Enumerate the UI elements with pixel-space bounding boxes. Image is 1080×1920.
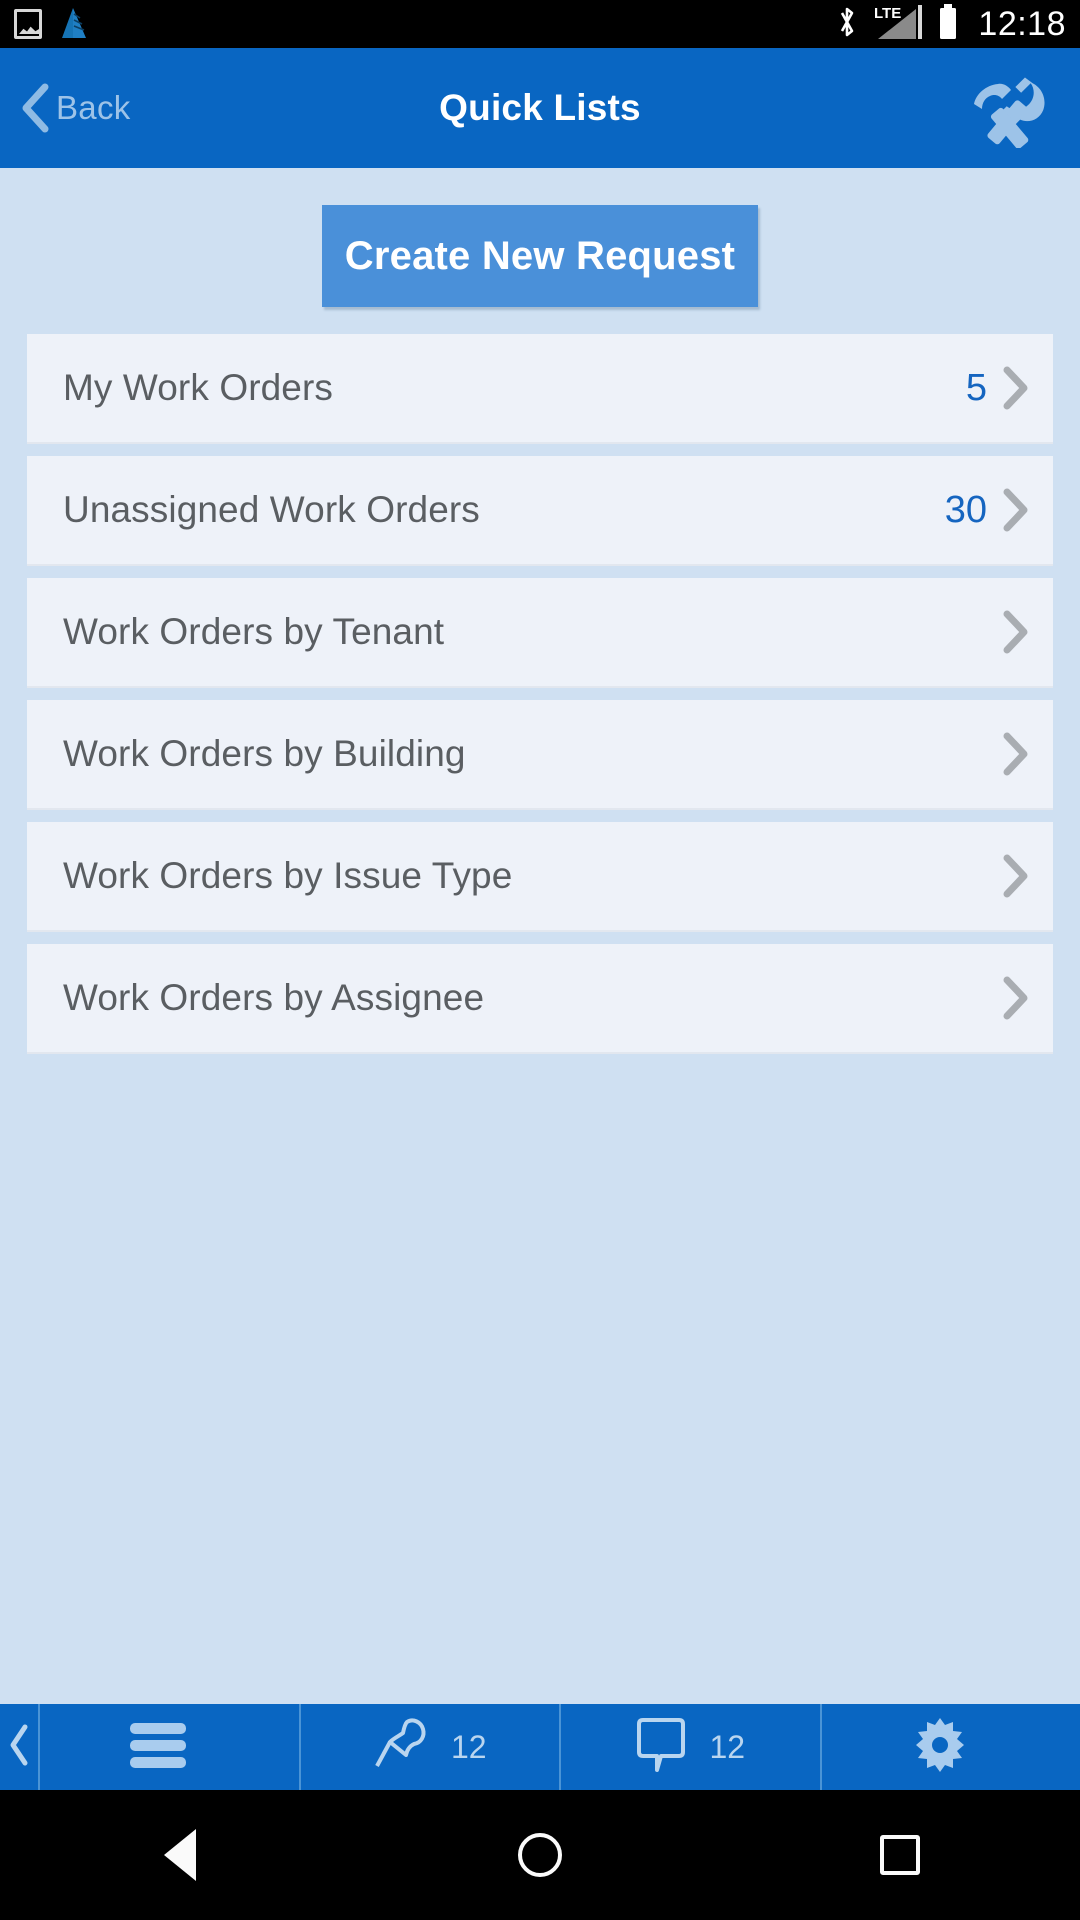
nav-item-pinned[interactable]: 12 (298, 1704, 560, 1790)
create-new-request-button[interactable]: Create New Request (322, 205, 758, 307)
nav-item-menu[interactable] (38, 1704, 299, 1790)
list-item-label: Work Orders by Assignee (63, 977, 485, 1018)
system-back-button[interactable] (0, 1829, 360, 1881)
list-item-label: Unassigned Work Orders (63, 489, 480, 530)
app-pyramid-icon (60, 8, 86, 40)
chevron-right-icon (999, 974, 1031, 1022)
tools-icon (964, 64, 1056, 153)
bluetooth-icon (835, 4, 859, 45)
list-item-label: Work Orders by Building (63, 733, 466, 774)
back-button[interactable]: Back (0, 83, 131, 133)
home-circle-icon (518, 1833, 562, 1877)
list-item-count: 5 (965, 366, 987, 409)
bottom-navigation-bar: 12 12 (0, 1704, 1080, 1790)
chevron-right-icon (999, 364, 1031, 412)
main-content: Create New Request My Work Orders 5 Unas… (0, 168, 1080, 1704)
chevron-left-icon (7, 1722, 31, 1773)
chevron-left-icon (18, 83, 52, 133)
status-bar: LTE 12:18 (0, 0, 1080, 48)
list-item-work-orders-by-tenant[interactable]: Work Orders by Tenant (27, 578, 1053, 688)
chat-bubble-icon (635, 1716, 687, 1779)
battery-icon (937, 3, 959, 46)
status-bar-clock: 12:18 (978, 5, 1066, 43)
recents-square-icon (880, 1835, 920, 1875)
list-item-label: Work Orders by Issue Type (63, 855, 513, 896)
list-item-meta: 30 (945, 486, 1031, 534)
chevron-right-icon (999, 486, 1031, 534)
list-item-meta (987, 730, 1031, 778)
nav-item-messages[interactable]: 12 (559, 1704, 820, 1790)
chevron-right-icon (999, 852, 1031, 900)
pin-icon (373, 1716, 429, 1779)
back-button-label: Back (56, 89, 131, 126)
tools-button[interactable] (962, 65, 1058, 151)
list-item-count: 30 (944, 488, 987, 531)
page-title: Quick Lists (439, 87, 641, 128)
gallery-icon (14, 9, 42, 39)
svg-text:LTE: LTE (874, 5, 901, 22)
chevron-right-icon (999, 730, 1031, 778)
list-item-meta (987, 852, 1031, 900)
list-item-label: Work Orders by Tenant (63, 611, 445, 652)
hamburger-menu-icon (122, 1717, 194, 1778)
nav-collapse-button[interactable] (0, 1704, 38, 1790)
list-item-meta (987, 974, 1031, 1022)
list-item-work-orders-by-assignee[interactable]: Work Orders by Assignee (27, 944, 1053, 1054)
app-header: Back Quick Lists (0, 48, 1080, 168)
list-item-meta: 5 (966, 364, 1031, 412)
list-item-unassigned-work-orders[interactable]: Unassigned Work Orders 30 (27, 456, 1053, 566)
system-home-button[interactable] (360, 1833, 720, 1877)
cta-container: Create New Request (0, 168, 1080, 307)
list-item-label: My Work Orders (63, 367, 334, 408)
signal-lte-icon: LTE (872, 3, 924, 46)
list-item-work-orders-by-issue-type[interactable]: Work Orders by Issue Type (27, 822, 1053, 932)
status-bar-notifications (14, 8, 86, 40)
gear-icon (912, 1716, 968, 1779)
list-item-my-work-orders[interactable]: My Work Orders 5 (27, 334, 1053, 444)
quick-lists: My Work Orders 5 Unassigned Work Orders … (0, 334, 1080, 1054)
system-recents-button[interactable] (720, 1835, 1080, 1875)
chevron-right-icon (999, 608, 1031, 656)
nav-item-badge: 12 (709, 1728, 746, 1765)
nav-item-settings[interactable] (819, 1704, 1080, 1790)
android-system-nav (0, 1790, 1080, 1920)
status-bar-system-icons: LTE 12:18 (835, 3, 1066, 46)
list-item-meta (987, 608, 1031, 656)
phone-screen: LTE 12:18 Back Quick Lists Create New Re… (0, 0, 1080, 1920)
back-triangle-icon (164, 1829, 196, 1881)
nav-item-badge: 12 (450, 1728, 487, 1765)
list-item-work-orders-by-building[interactable]: Work Orders by Building (27, 700, 1053, 810)
